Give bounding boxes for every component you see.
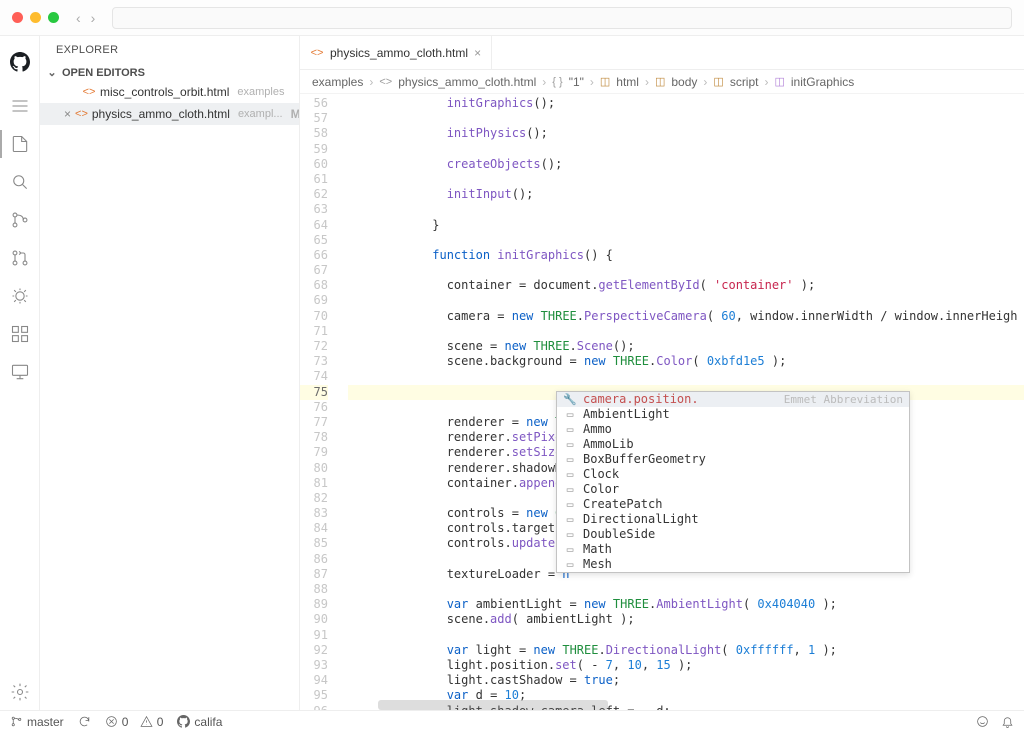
sidebar-title: EXPLORER (40, 36, 299, 64)
crumb[interactable]: script (730, 75, 759, 89)
breadcrumbs[interactable]: examples› <>physics_ammo_cloth.html› { }… (300, 70, 1024, 94)
file-name: physics_ammo_cloth.html (92, 107, 230, 121)
crumb[interactable]: initGraphics (791, 75, 854, 89)
file-path: examples (237, 86, 284, 98)
menu-icon[interactable] (0, 88, 40, 124)
error-count: 0 (122, 715, 129, 729)
html-file-icon: <> (82, 86, 96, 98)
minimize-window-icon[interactable] (30, 12, 41, 23)
source-control-icon[interactable] (0, 202, 40, 238)
nav-back-icon[interactable]: ‹ (73, 10, 84, 26)
sync-indicator[interactable] (78, 715, 91, 728)
code-editor[interactable]: 5657585960616263646566676869707172737475… (300, 94, 1024, 710)
editor-area: <> physics_ammo_cloth.html × examples› <… (300, 36, 1024, 710)
github-username: califa (194, 715, 222, 729)
cube-icon: ◫ (600, 75, 610, 88)
close-icon[interactable]: × (474, 46, 481, 60)
html-file-icon: <> (379, 76, 392, 88)
search-icon[interactable] (0, 164, 40, 200)
open-editor-item[interactable]: × <> misc_controls_orbit.html examples (40, 81, 299, 103)
cube-icon: ◫ (713, 75, 723, 88)
github-logo-icon[interactable] (0, 44, 40, 80)
open-editors-header[interactable]: ⌄ OPEN EDITORS (40, 64, 299, 81)
editor-tab[interactable]: <> physics_ammo_cloth.html × (300, 36, 492, 69)
html-file-icon: <> (310, 47, 324, 59)
files-icon[interactable] (0, 126, 40, 162)
file-path: exampl... (238, 108, 283, 120)
braces-icon: { } (552, 76, 562, 88)
github-user-indicator[interactable]: califa (177, 715, 222, 729)
tab-label: physics_ammo_cloth.html (330, 46, 468, 60)
settings-gear-icon[interactable] (0, 674, 40, 710)
pull-request-icon[interactable] (0, 240, 40, 276)
scrollbar-thumb[interactable] (378, 700, 608, 710)
branch-name: master (27, 715, 64, 729)
intellisense-suggest[interactable]: 🔧camera.position.Emmet Abbreviation▭Ambi… (556, 391, 910, 573)
crumb[interactable]: body (671, 75, 697, 89)
cube-icon: ◫ (774, 75, 784, 88)
notifications-icon[interactable] (1001, 715, 1014, 728)
modified-indicator: M (291, 107, 299, 121)
branch-indicator[interactable]: master (10, 715, 64, 729)
extensions-icon[interactable] (0, 316, 40, 352)
problems-indicator[interactable]: 0 0 (105, 715, 164, 729)
close-icon[interactable]: × (64, 107, 71, 121)
editor-tabs: <> physics_ammo_cloth.html × (300, 36, 1024, 70)
line-number-gutter: 5657585960616263646566676869707172737475… (300, 94, 348, 710)
horizontal-scrollbar[interactable] (348, 700, 1024, 710)
close-window-icon[interactable] (12, 12, 23, 23)
nav-forward-icon[interactable]: › (88, 10, 99, 26)
title-bar: ‹ › (0, 0, 1024, 36)
crumb[interactable]: physics_ammo_cloth.html (398, 75, 536, 89)
window-controls[interactable] (12, 12, 59, 23)
address-bar[interactable] (112, 7, 1012, 29)
cube-icon: ◫ (655, 75, 665, 88)
explorer-sidebar: EXPLORER ⌄ OPEN EDITORS × <> misc_contro… (40, 36, 300, 710)
feedback-icon[interactable] (976, 715, 989, 728)
crumb[interactable]: examples (312, 75, 363, 89)
crumb[interactable]: "1" (569, 75, 584, 89)
maximize-window-icon[interactable] (48, 12, 59, 23)
chevron-down-icon: ⌄ (46, 66, 58, 79)
html-file-icon: <> (75, 108, 88, 120)
warning-count: 0 (157, 715, 164, 729)
activity-bar (0, 36, 40, 710)
file-name: misc_controls_orbit.html (100, 85, 229, 99)
remote-icon[interactable] (0, 354, 40, 390)
crumb[interactable]: html (616, 75, 639, 89)
status-bar: master 0 0 califa (0, 710, 1024, 732)
open-editors-label: OPEN EDITORS (62, 67, 145, 79)
open-editor-item[interactable]: × <> physics_ammo_cloth.html exampl... M (40, 103, 299, 125)
debug-icon[interactable] (0, 278, 40, 314)
